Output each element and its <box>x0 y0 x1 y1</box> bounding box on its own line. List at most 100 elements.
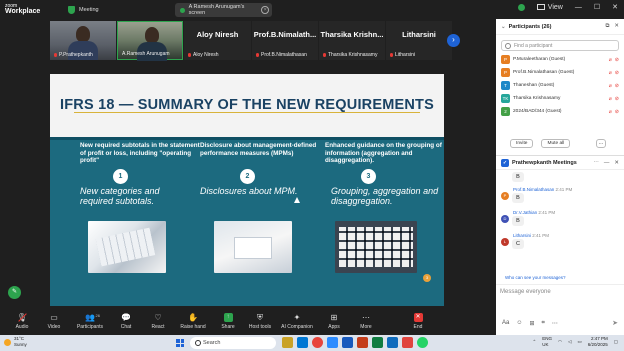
wifi-icon[interactable]: ◠ <box>558 339 562 345</box>
share-screen-tab[interactable]: A Ramesh Arunugam's screen × <box>175 3 272 17</box>
close-icon[interactable]: × <box>261 6 269 14</box>
muted-mic-icon: ⌀ <box>608 69 612 76</box>
participant-row[interactable]: P P.Muraleetharan (Guest) ⌀ ⊘ <box>501 53 619 66</box>
message-time: 2:41 PM <box>555 187 573 192</box>
participant-row[interactable]: 2 2024/BAD/344 (Guest) ⌀ ⊘ <box>501 105 619 118</box>
participant-row[interactable]: TK Tharsika Krishnasamy ⌀ ⊘ <box>501 92 619 105</box>
taskbar-search-input[interactable]: Search <box>190 337 276 349</box>
video-tile[interactable]: Prof.B.Nimalath... Prof.B.Nimalathasan <box>252 21 318 60</box>
excel-icon[interactable] <box>372 337 383 348</box>
view-label: View <box>547 3 563 11</box>
share-label: Share <box>221 323 235 330</box>
battery-icon[interactable]: ▭ <box>577 339 581 345</box>
participant-row[interactable]: P Prof.B.Nimalathasan (Guest) ⌀ ⊘ <box>501 66 619 79</box>
zoom-icon[interactable] <box>327 337 338 348</box>
edge-icon[interactable] <box>297 337 308 348</box>
zoom-logo: zoom Workplace <box>5 3 41 15</box>
video-label: Video <box>47 323 61 330</box>
attach-icon[interactable]: ⊞ <box>529 320 534 327</box>
share-button[interactable]: ↑ Share <box>212 312 244 330</box>
chevron-up-icon[interactable]: ⌃ <box>532 339 536 345</box>
minimize-icon[interactable]: — <box>604 160 610 166</box>
clock[interactable]: 2:47 PM 6/20/2025 <box>588 336 608 348</box>
muted-mic-icon <box>54 53 57 57</box>
react-button[interactable]: ♡ React <box>142 313 174 330</box>
format-icon[interactable]: Aa <box>502 320 509 327</box>
mute-all-button[interactable]: Mute all <box>541 139 571 148</box>
close-window-button[interactable]: ✕ <box>612 3 618 11</box>
audio-button[interactable]: 🎙 Audio <box>6 313 38 330</box>
chat-message-input[interactable]: Message everyone <box>496 284 624 310</box>
host-tools-button[interactable]: ⛨ Host tools <box>244 313 276 330</box>
more-icon[interactable]: ⋯ <box>593 160 599 166</box>
file-explorer-icon[interactable] <box>282 337 293 348</box>
meeting-tab[interactable]: Meeting <box>64 3 168 17</box>
avatar: T <box>501 81 510 90</box>
shield-icon: ⛨ <box>257 312 263 322</box>
close-icon[interactable]: ✕ <box>614 160 619 166</box>
avatar: TK <box>501 94 510 103</box>
camera-icon: ▭ <box>50 312 58 322</box>
title-bar: zoom Workplace Meeting A Ramesh Arunugam… <box>0 0 624 19</box>
close-icon[interactable]: ✕ <box>614 23 619 30</box>
pdf-reader-icon[interactable] <box>402 337 413 348</box>
column-summary: Disclosures about MPM. <box>200 186 298 196</box>
video-tile[interactable]: Litharsini Litharsini <box>386 21 452 60</box>
send-icon[interactable]: ➤ <box>612 319 618 327</box>
who-can-see-link[interactable]: Who can see your messages? <box>505 275 566 280</box>
participant-row[interactable]: T Thaneshan (Guest) ⌀ ⊘ <box>501 79 619 92</box>
chat-tools: Aa ☺ ⊞ ⌗ ⋯ <box>502 320 558 327</box>
message-time: 2:41 PM <box>538 210 556 215</box>
requirement-column: Disclosure about management-defined perf… <box>200 142 320 273</box>
volume-icon[interactable]: ◁ <box>568 339 571 345</box>
language-indicator[interactable]: ENG UK <box>542 336 552 348</box>
end-button[interactable]: ✕ End <box>402 312 434 330</box>
minimize-button[interactable]: — <box>575 4 582 11</box>
whatsapp-icon[interactable] <box>417 337 428 348</box>
next-page-arrow-icon[interactable]: › <box>447 34 460 47</box>
sender-name: Prof.B.Nimalathasan <box>513 187 555 192</box>
more-icon[interactable]: ⋯ <box>552 320 558 327</box>
notifications-icon[interactable]: ▢ <box>614 339 618 345</box>
chat-header: ✓ Prathewpkanth Meetings ⋯ — ✕ <box>496 155 624 170</box>
chat-message: P Prof.B.Nimalathasan 2:41 PM B <box>499 186 621 209</box>
maximize-button[interactable]: ☐ <box>594 3 600 11</box>
chat-app-icon: ✓ <box>501 158 509 167</box>
column-heading: New required subtotals in the statement … <box>80 142 200 164</box>
windows-start-icon[interactable] <box>176 339 184 347</box>
video-tile[interactable]: P.Prathepkanth <box>50 21 116 60</box>
participants-button[interactable]: 👥 26 Participants <box>70 313 110 330</box>
popout-icon[interactable]: ⧉ <box>605 23 609 30</box>
chrome-icon[interactable] <box>312 337 323 348</box>
message-text: B <box>512 172 524 182</box>
raise-hand-button[interactable]: ✋ Raise hand <box>174 313 212 330</box>
charts-image <box>214 221 292 273</box>
share-tab-label: A Ramesh Arunugam's screen <box>188 4 245 16</box>
weather-widget[interactable]: 31°C Sunny <box>4 336 27 348</box>
mouse-cursor-icon <box>294 197 300 203</box>
video-tile[interactable]: Tharsika Krishn... Tharsika Krishnasamy <box>319 21 385 60</box>
outlook-icon[interactable] <box>387 337 398 348</box>
video-tile[interactable]: Aloy Niresh Aloy Niresh <box>184 21 251 60</box>
view-button[interactable]: View <box>536 3 563 11</box>
apps-button[interactable]: ⊞ Apps <box>318 313 350 330</box>
video-button[interactable]: ▭ Video <box>38 313 70 330</box>
more-options-button[interactable]: ... <box>596 139 606 148</box>
tile-name: Prof.B.Nimalathasan <box>261 52 307 58</box>
screenshot-icon[interactable]: ⌗ <box>542 320 545 327</box>
pencil-annotate-icon[interactable]: ✎ <box>8 286 21 299</box>
chat-button[interactable]: 💬 Chat <box>110 313 142 330</box>
powerpoint-icon[interactable] <box>357 337 368 348</box>
ai-companion-button[interactable]: ✦ AI Companion <box>276 313 318 330</box>
mic-icon: 🎙 <box>16 312 28 322</box>
chevron-down-icon[interactable]: ⌄ <box>501 24 506 30</box>
participant-search-input[interactable]: Find a participant <box>501 40 619 51</box>
more-button[interactable]: ⋯ More <box>350 313 382 330</box>
participant-name: P.Muraleetharan (Guest) <box>513 57 566 62</box>
invite-button[interactable]: Invite <box>510 139 534 148</box>
emoji-icon[interactable]: ☺ <box>516 320 522 327</box>
word-icon[interactable] <box>342 337 353 348</box>
sharing-indicator-icon <box>180 7 185 13</box>
tile-big-name: Tharsika Krishn... <box>320 30 384 39</box>
video-tile-active[interactable]: A.Ramesh Arunugam <box>117 21 183 61</box>
